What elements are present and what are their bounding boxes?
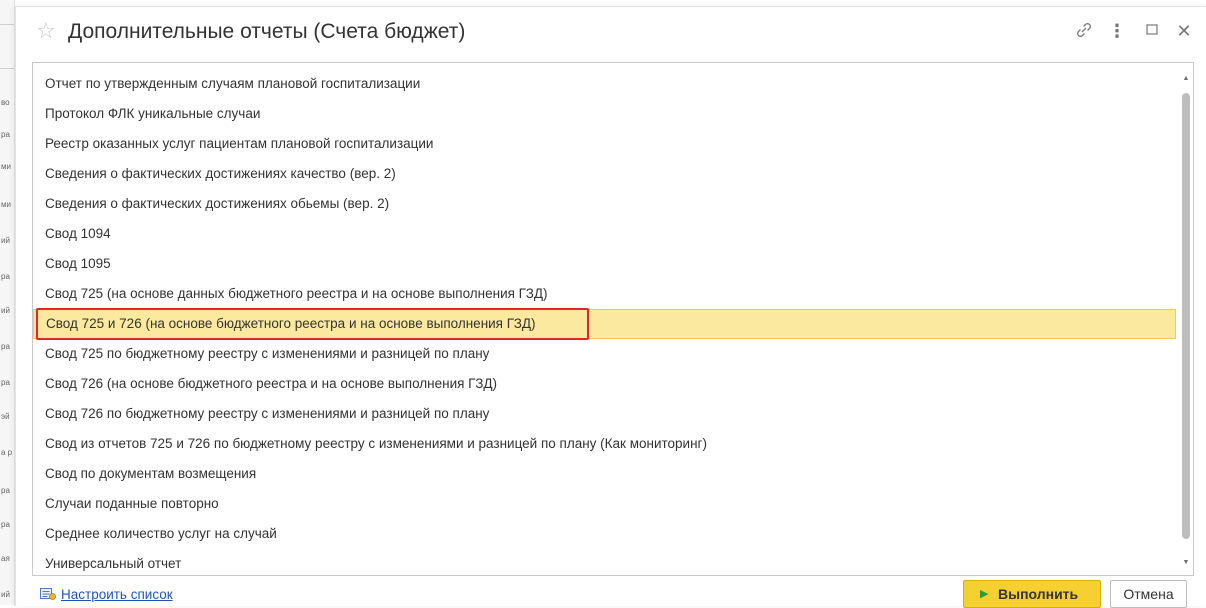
configure-list-link[interactable]: Настроить список [61,587,173,603]
list-item[interactable]: Свод 725 (на основе данных бюджетного ре… [33,279,1176,309]
background-text-fragment: эй [1,412,10,421]
list-item[interactable]: Отчет по утвержденным случаям плановой г… [33,69,1176,99]
background-text-fragment: во [1,98,10,107]
background-text-fragment: ми [1,162,11,171]
background-text-fragment: ми [1,200,11,209]
link-icon[interactable] [1074,21,1094,41]
reports-list[interactable]: Отчет по утвержденным случаям плановой г… [32,62,1194,576]
cancel-button[interactable]: Отмена [1110,580,1187,608]
list-item[interactable]: Сведения о фактических достижениях качес… [33,159,1176,189]
dialog-titlebar: ☆ Дополнительные отчеты (Счета бюджет) ⋮… [16,7,1206,57]
background-text-fragment: ра [1,486,10,495]
background-text-fragment: ра [1,378,10,387]
list-item[interactable]: Свод 1095 [33,249,1176,279]
scrollbar-thumb[interactable] [1182,93,1190,539]
background-text-fragment: ая [1,554,10,563]
list-item[interactable]: Свод по документам возмещения [33,459,1176,489]
background-text-fragment: ра [1,272,10,281]
run-button[interactable]: ▶ Выполнить [963,580,1101,608]
background-text-fragment: ра [1,520,10,529]
list-item[interactable]: Среднее количество услуг на случай [33,519,1176,549]
close-icon[interactable]: ✕ [1174,21,1194,41]
list-item-selected[interactable]: Свод 725 и 726 (на основе бюджетного рее… [33,309,1176,339]
list-item[interactable]: Случаи поданные повторно [33,489,1176,519]
background-divider [0,68,14,69]
background-text-fragment: ий [1,306,10,315]
list-item[interactable]: Свод 726 (на основе бюджетного реестра и… [33,369,1176,399]
more-icon[interactable]: ⋮ [1107,21,1127,41]
scroll-up-arrow-icon[interactable]: ▲ [1179,73,1193,85]
dialog-title: Дополнительные отчеты (Счета бюджет) [68,20,466,43]
star-icon[interactable]: ☆ [36,20,56,42]
play-icon: ▶ [980,588,989,600]
list-item[interactable]: Свод 1094 [33,219,1176,249]
background-text-fragment: ра [1,130,10,139]
background-text-fragment: ий [1,590,10,599]
list-item[interactable]: Свод из отчетов 725 и 726 по бюджетному … [33,429,1176,459]
run-button-label: Выполнить [998,586,1079,602]
list-item[interactable]: Протокол ФЛК уникальные случаи [33,99,1176,129]
background-window-edge: во ра ми ми ий ра ий ра ра эй а р ра ра … [0,0,15,605]
list-settings-icon[interactable] [40,588,56,600]
link-icon-glyph [1077,23,1091,37]
list-item[interactable]: Свод 725 по бюджетному реестру с изменен… [33,339,1176,369]
reports-dialog: ☆ Дополнительные отчеты (Счета бюджет) ⋮… [15,6,1206,608]
scroll-down-arrow-icon[interactable]: ▼ [1179,557,1193,569]
maximize-icon-glyph [1146,24,1158,35]
background-text-fragment: ий [1,236,10,245]
list-item[interactable]: Реестр оказанных услуг пациентам планово… [33,129,1176,159]
list-item[interactable]: Универсальный отчет [33,549,1176,575]
maximize-icon[interactable] [1142,21,1162,41]
vertical-scrollbar[interactable]: ▲ ▼ [1179,63,1193,575]
list-item[interactable]: Свод 726 по бюджетному реестру с изменен… [33,399,1176,429]
background-divider [0,24,14,25]
list-item[interactable]: Сведения о фактических достижениях обьем… [33,189,1176,219]
background-text-fragment: ра [1,342,10,351]
background-text-fragment: а р [1,448,13,457]
dialog-footer: Настроить список ▶ Выполнить Отмена [16,577,1206,608]
